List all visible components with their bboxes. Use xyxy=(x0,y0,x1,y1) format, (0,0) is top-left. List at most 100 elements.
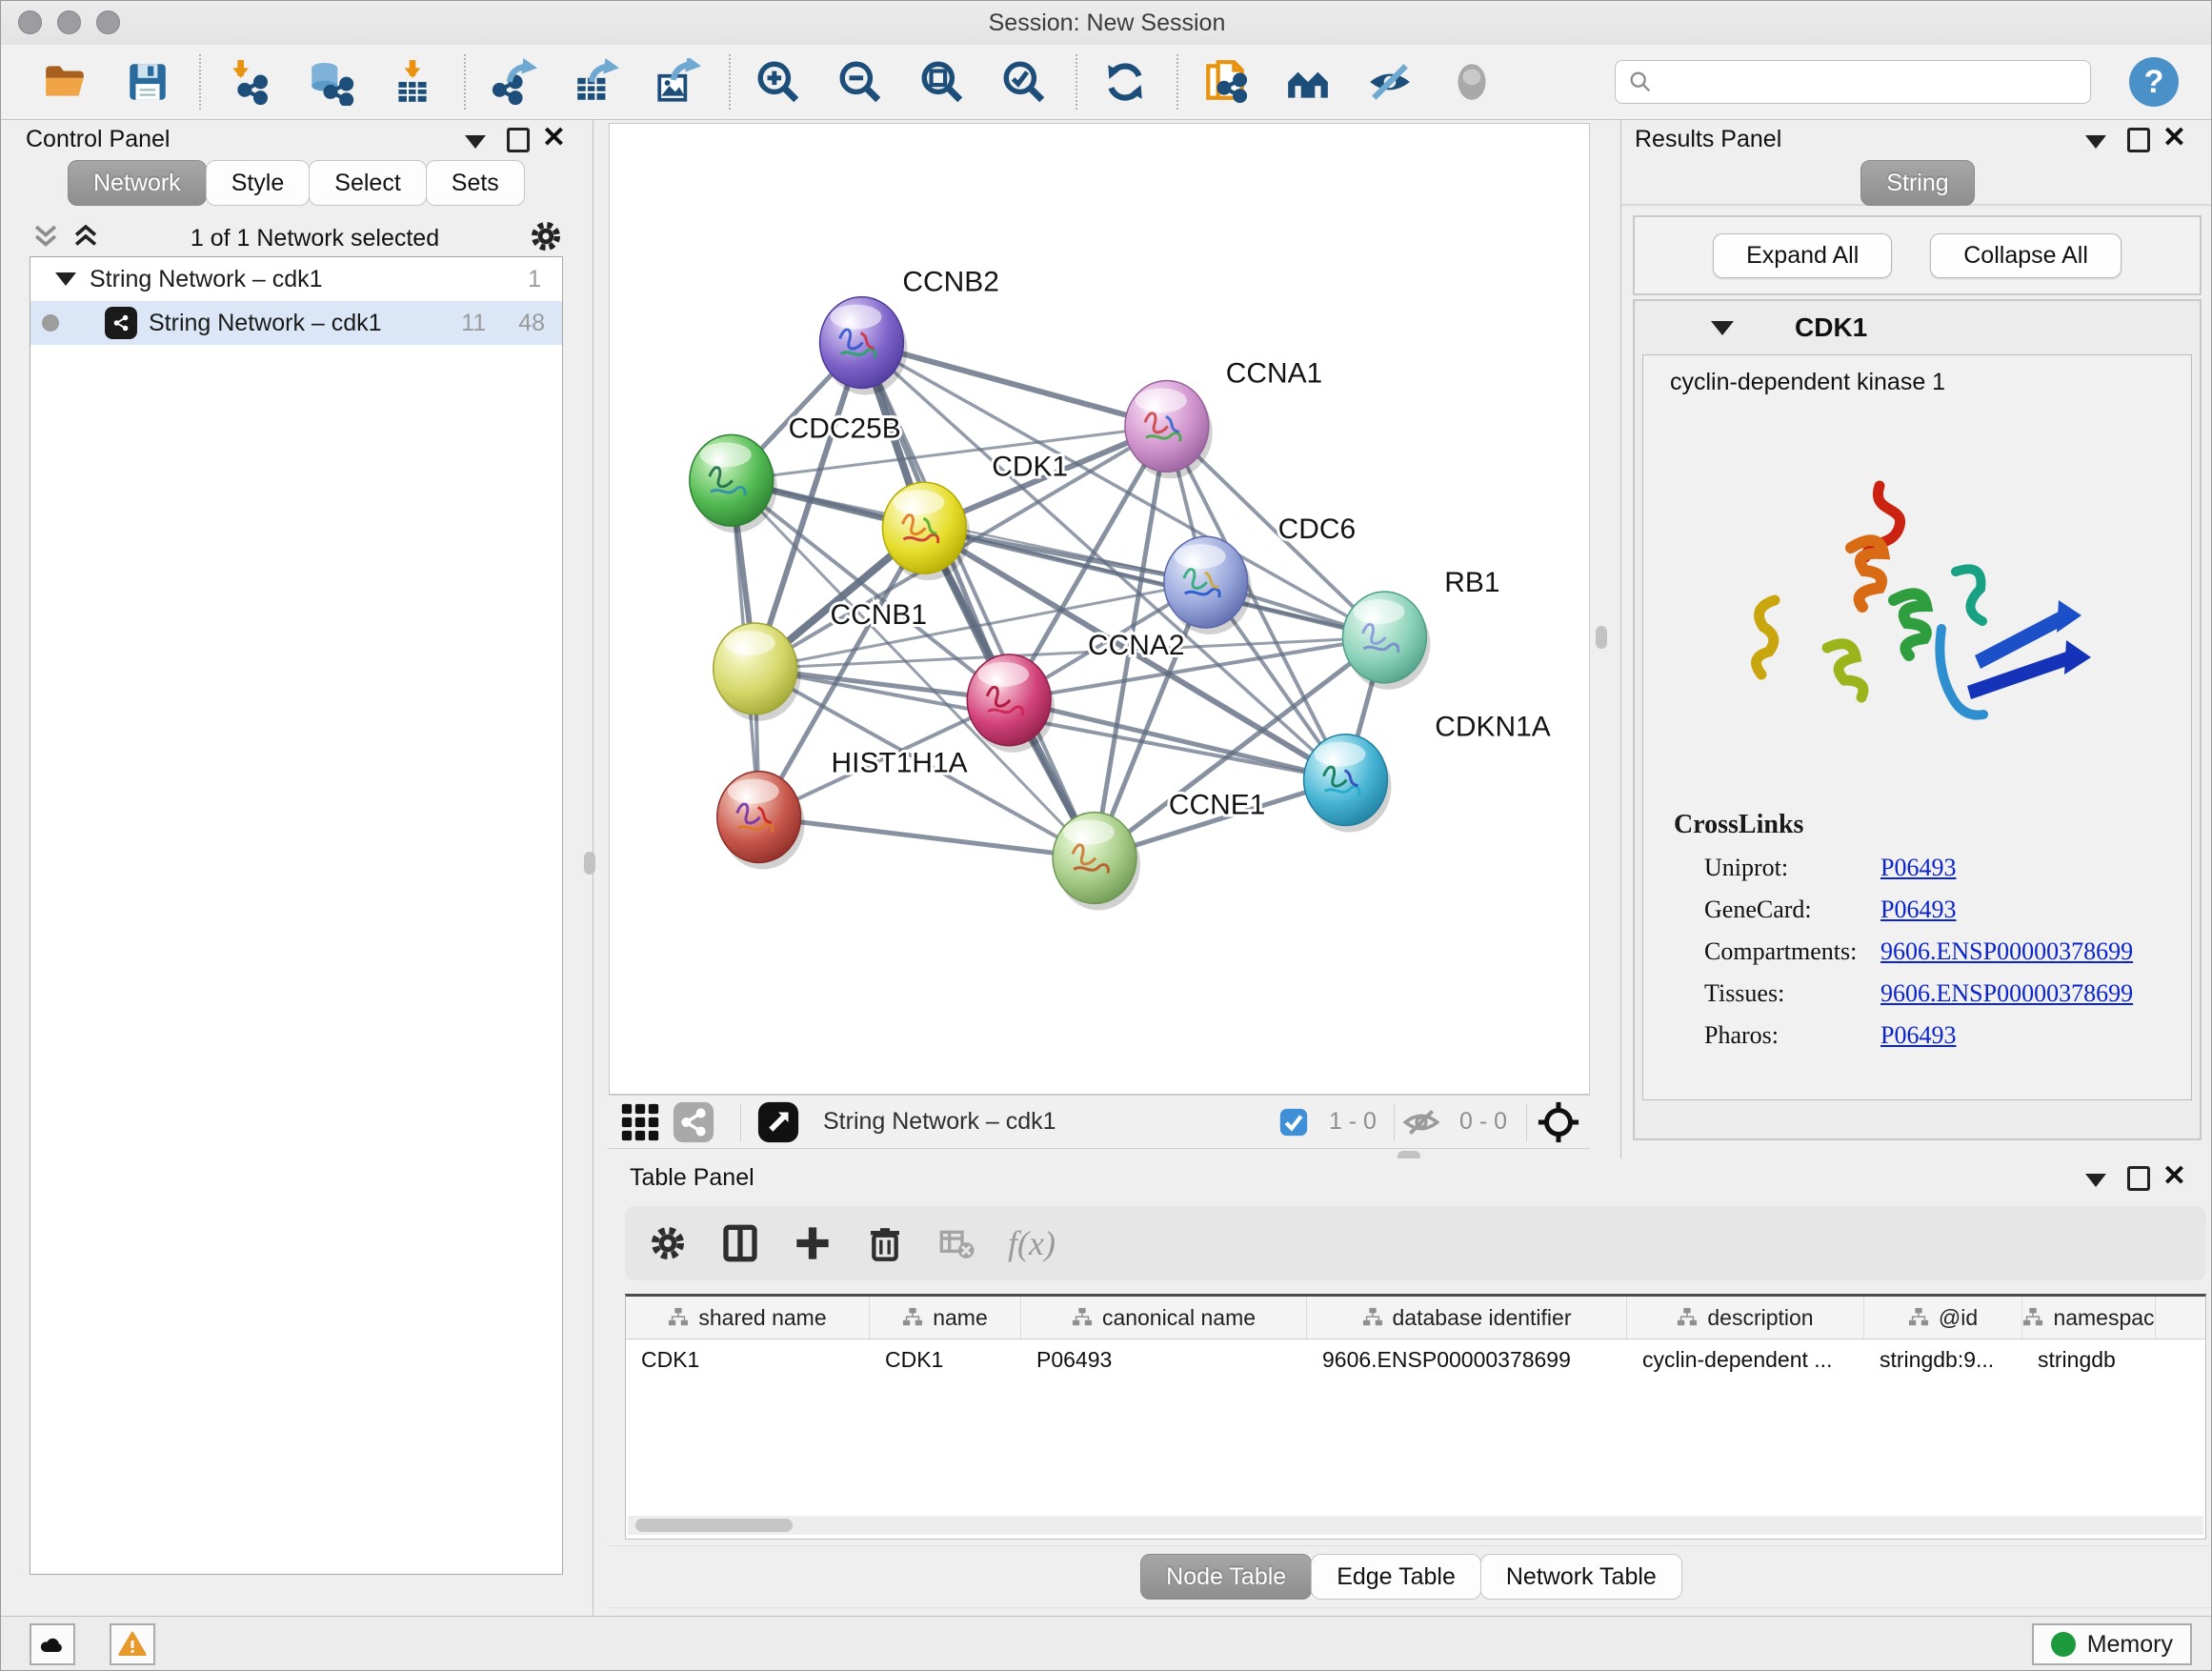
crosslink-link[interactable]: P06493 xyxy=(1880,1021,1956,1050)
show-eye-icon[interactable] xyxy=(1445,55,1498,109)
column-header-name[interactable]: name xyxy=(870,1297,1021,1339)
table-cell[interactable]: P06493 xyxy=(1021,1347,1307,1373)
expand-all-icon[interactable] xyxy=(70,220,102,257)
network-options-gear-icon[interactable] xyxy=(528,218,564,259)
string-network-graph[interactable]: CCNB2CCNA1CDC25BCDK1CDC6RB1CCNB1CCNA2CDK… xyxy=(610,124,1589,1094)
create-column-icon[interactable] xyxy=(791,1221,835,1265)
table-horizontal-scrollbar[interactable] xyxy=(628,1516,2203,1535)
show-columns-icon[interactable] xyxy=(718,1221,762,1265)
tab-node-table[interactable]: Node Table xyxy=(1140,1554,1312,1600)
table-cell[interactable]: stringdb:9... xyxy=(1864,1347,2022,1373)
paste-network-icon[interactable] xyxy=(1199,55,1253,109)
tab-network-table[interactable]: Network Table xyxy=(1480,1554,1682,1600)
tab-select[interactable]: Select xyxy=(309,160,426,206)
tab-sets[interactable]: Sets xyxy=(426,160,525,206)
search-field[interactable] xyxy=(1615,60,2091,104)
tab-style[interactable]: Style xyxy=(206,160,311,206)
column-header-database-identifier[interactable]: database identifier xyxy=(1307,1297,1627,1339)
export-network-icon[interactable] xyxy=(487,55,540,109)
zoom-out-icon[interactable] xyxy=(834,55,887,109)
left-splitter-handle[interactable] xyxy=(584,852,595,875)
collection-expand-icon[interactable] xyxy=(55,272,76,286)
network-collection-row[interactable]: String Network – cdk1 1 xyxy=(30,257,562,301)
scrollbar-thumb[interactable] xyxy=(635,1519,793,1532)
warning-icon[interactable] xyxy=(110,1623,155,1665)
memory-button[interactable]: Memory xyxy=(2032,1623,2192,1665)
fit-selected-crosshair-icon[interactable] xyxy=(1537,1100,1580,1144)
crosslink-link[interactable]: P06493 xyxy=(1880,896,1956,924)
node-HIST1H1A[interactable] xyxy=(717,772,805,870)
grid-mode-icon[interactable] xyxy=(618,1100,662,1144)
crosslink-link[interactable]: P06493 xyxy=(1880,854,1956,882)
node-table[interactable]: shared namenamecanonical namedatabase id… xyxy=(625,1294,2206,1540)
node-CCNA1[interactable] xyxy=(1125,380,1213,478)
search-input[interactable] xyxy=(1654,68,2079,96)
node-CDK1[interactable] xyxy=(882,482,970,580)
selected-checkbox-icon[interactable] xyxy=(1277,1100,1310,1144)
tab-edge-table[interactable]: Edge Table xyxy=(1311,1554,1481,1600)
column-header-namespac[interactable]: namespac xyxy=(2022,1297,2156,1339)
panel-maximize-icon[interactable] xyxy=(2127,128,2150,152)
crosslink-link[interactable]: 9606.ENSP00000378699 xyxy=(1880,937,2133,966)
zoom-selected-icon[interactable] xyxy=(997,55,1051,109)
table-cell[interactable]: stringdb xyxy=(2022,1347,2156,1373)
collapse-all-button[interactable]: Collapse All xyxy=(1930,233,2122,278)
table-cell[interactable]: cyclin-dependent ... xyxy=(1627,1347,1864,1373)
edge-CCNA2-CDKN1A[interactable] xyxy=(1009,700,1345,780)
network-row[interactable]: String Network – cdk1 11 48 xyxy=(30,301,562,345)
column-header--id[interactable]: @id xyxy=(1864,1297,2022,1339)
table-cell[interactable]: 9606.ENSP00000378699 xyxy=(1307,1347,1627,1373)
tab-network[interactable]: Network xyxy=(68,160,207,206)
export-table-icon[interactable] xyxy=(569,55,622,109)
panel-maximize-icon[interactable] xyxy=(507,128,530,152)
protein-collapse-icon[interactable] xyxy=(1711,321,1734,335)
panel-float-icon[interactable] xyxy=(2085,135,2106,149)
right-splitter-handle[interactable] xyxy=(1596,626,1607,649)
node-CDC25B[interactable] xyxy=(690,434,777,533)
column-header-canonical-name[interactable]: canonical name xyxy=(1021,1297,1307,1339)
tab-string[interactable]: String xyxy=(1860,160,1974,206)
node-CCNE1[interactable] xyxy=(1053,813,1140,911)
import-network-from-file-icon[interactable] xyxy=(222,55,275,109)
refresh-network-icon[interactable] xyxy=(1098,55,1152,109)
import-network-from-database-icon[interactable] xyxy=(304,55,357,109)
node-CDC6[interactable] xyxy=(1164,536,1252,634)
column-header-description[interactable]: description xyxy=(1627,1297,1864,1339)
table-mode-gear-icon[interactable] xyxy=(646,1221,690,1265)
node-CCNB2[interactable] xyxy=(820,297,908,395)
save-session-icon[interactable] xyxy=(121,55,174,109)
column-header-shared-name[interactable]: shared name xyxy=(626,1297,870,1339)
protein-card-header[interactable]: CDK1 xyxy=(1635,301,2200,354)
export-image-icon[interactable] xyxy=(651,55,704,109)
zoom-in-icon[interactable] xyxy=(752,55,805,109)
edge-HIST1H1A-CCNE1[interactable] xyxy=(759,817,1095,858)
status-bar: Memory xyxy=(1,1616,2212,1671)
panel-close-icon[interactable]: ✕ xyxy=(542,124,566,152)
houses-icon[interactable] xyxy=(1281,55,1335,109)
share-view-icon[interactable] xyxy=(672,1100,715,1144)
collapse-all-icon[interactable] xyxy=(30,220,62,257)
panel-close-icon[interactable]: ✕ xyxy=(2162,1162,2186,1191)
import-table-from-file-icon[interactable] xyxy=(386,55,439,109)
hide-eye-icon[interactable] xyxy=(1363,55,1417,109)
help-icon[interactable]: ? xyxy=(2129,57,2179,107)
table-row[interactable]: CDK1CDK1P064939606.ENSP00000378699cyclin… xyxy=(626,1339,2205,1379)
cloud-icon[interactable] xyxy=(30,1623,75,1665)
panel-float-icon[interactable] xyxy=(2085,1174,2106,1187)
toolbar-separator xyxy=(1076,54,1077,110)
delete-columns-trash-icon[interactable] xyxy=(863,1221,907,1265)
panel-maximize-icon[interactable] xyxy=(2127,1166,2150,1191)
node-CDKN1A[interactable] xyxy=(1304,735,1392,833)
hidden-eye-icon[interactable] xyxy=(1402,1100,1440,1144)
crosslink-link[interactable]: 9606.ENSP00000378699 xyxy=(1880,979,2133,1008)
network-canvas[interactable]: CCNB2CCNA1CDC25BCDK1CDC6RB1CCNB1CCNA2CDK… xyxy=(609,123,1590,1095)
open-session-icon[interactable] xyxy=(39,55,92,109)
table-cell[interactable]: CDK1 xyxy=(870,1347,1021,1373)
node-RB1[interactable] xyxy=(1342,592,1430,690)
panel-float-icon[interactable] xyxy=(465,135,486,149)
table-cell[interactable]: CDK1 xyxy=(626,1347,870,1373)
zoom-fit-icon[interactable] xyxy=(915,55,969,109)
birdseye-view-icon[interactable] xyxy=(756,1100,800,1144)
panel-close-icon[interactable]: ✕ xyxy=(2162,124,2186,152)
expand-all-button[interactable]: Expand All xyxy=(1713,233,1892,278)
